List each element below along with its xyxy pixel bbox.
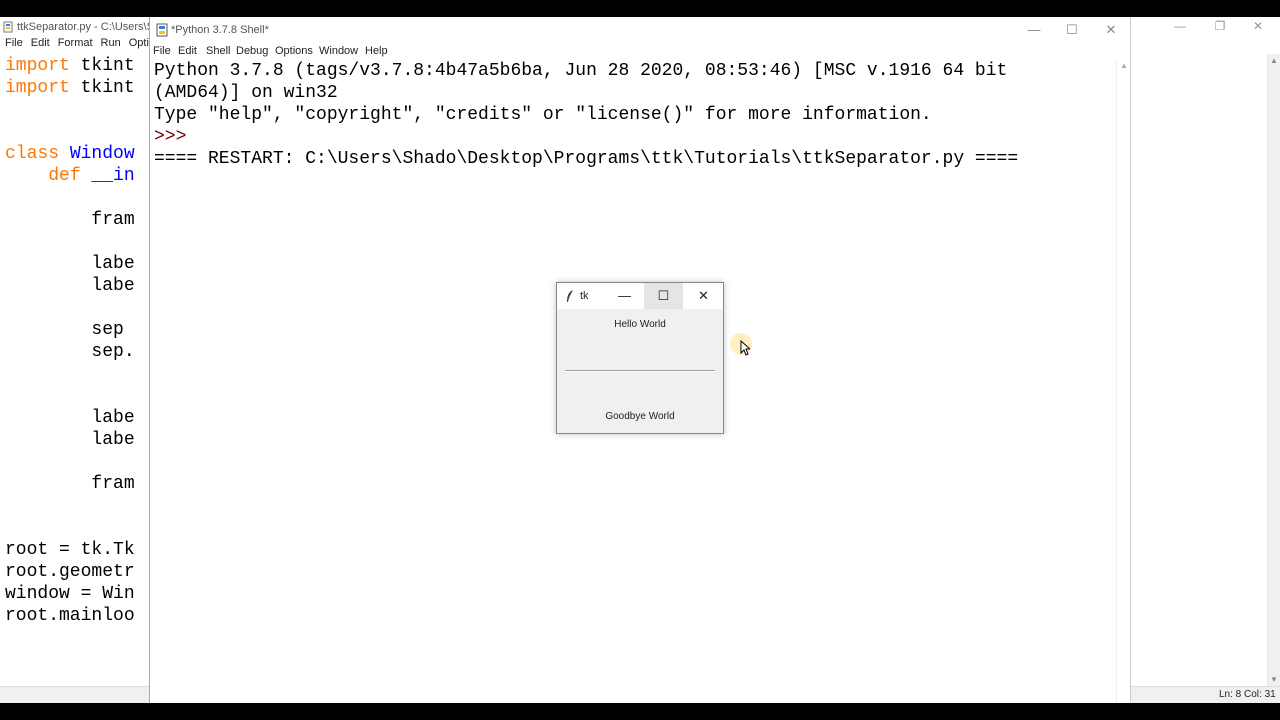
scroll-up-icon[interactable]: ▲ bbox=[1120, 61, 1128, 70]
shell-menubar: File Edit Shell Debug Options Window Help bbox=[150, 43, 1130, 60]
code-text: root.geometr bbox=[5, 562, 135, 582]
python-shell-icon bbox=[156, 23, 168, 37]
code-line: class Window bbox=[5, 143, 148, 165]
editor-close-icon[interactable]: ✕ bbox=[1238, 19, 1278, 33]
shell-prompt: >>> bbox=[154, 127, 187, 147]
shell-menu-item[interactable]: Debug bbox=[236, 45, 268, 57]
editor-code-area[interactable]: import tkint import tkint class Window def… bbox=[5, 55, 148, 675]
tk-minimize-icon[interactable]: — bbox=[605, 283, 644, 309]
code-line: window = Win bbox=[5, 583, 148, 605]
editor-vertical-scrollbar[interactable]: ▲ ▼ bbox=[1267, 54, 1280, 686]
shell-minimize-icon[interactable]: — bbox=[1014, 17, 1054, 43]
editor-menu-item[interactable]: Run bbox=[101, 37, 121, 49]
code-text: labe bbox=[91, 408, 135, 428]
tk-close-icon[interactable]: ✕ bbox=[684, 283, 723, 309]
code-line: fram bbox=[5, 473, 148, 495]
shell-maximize-icon[interactable]: ☐ bbox=[1052, 17, 1092, 43]
code-line: labe bbox=[5, 407, 148, 429]
goodbye-label: Goodbye World bbox=[605, 411, 675, 422]
shell-output-line: (AMD64)] on win32 bbox=[154, 83, 338, 103]
shell-output-line: Type "help", "copyright", "credits" or "… bbox=[154, 105, 932, 125]
cursor-position-status: Ln: 8 Col: 31 bbox=[1219, 689, 1276, 700]
code-text: root.mainloo bbox=[5, 606, 135, 626]
editor-menu-item[interactable]: File bbox=[5, 37, 23, 49]
editor-menubar: File Edit Format Run Optio bbox=[0, 37, 150, 53]
code-text: sep. bbox=[91, 342, 135, 362]
shell-menu-item[interactable]: Window bbox=[319, 45, 358, 57]
shell-menu-item[interactable]: File bbox=[153, 45, 171, 57]
code-line: sep bbox=[5, 319, 148, 341]
code-text: tkint bbox=[69, 56, 135, 76]
code-text: tkint bbox=[69, 78, 135, 98]
code-text: labe bbox=[91, 254, 135, 274]
code-text: sep bbox=[91, 320, 135, 340]
tk-titlebar[interactable]: tk — ☐ ✕ bbox=[557, 283, 723, 309]
editor-menu-item[interactable]: Format bbox=[58, 37, 93, 49]
feather-icon bbox=[567, 290, 573, 302]
code-keyword: import bbox=[5, 56, 70, 76]
code-text: fram bbox=[91, 210, 135, 230]
code-text: labe bbox=[91, 276, 135, 296]
code-text: root = tk.Tk bbox=[5, 540, 135, 560]
shell-close-icon[interactable]: ✕ bbox=[1091, 17, 1131, 43]
restart-line: ==== RESTART: C:\Users\Shado\Desktop\Pro… bbox=[154, 149, 1019, 169]
code-keyword: class bbox=[5, 144, 60, 164]
code-definition: __in bbox=[80, 166, 135, 186]
scroll-up-icon[interactable]: ▲ bbox=[1270, 56, 1278, 65]
tk-window: tk — ☐ ✕ Hello World Goodbye World bbox=[556, 282, 724, 434]
python-file-icon bbox=[3, 21, 13, 33]
code-line: root = tk.Tk bbox=[5, 539, 148, 561]
code-line: import tkint bbox=[5, 55, 148, 77]
horizontal-separator bbox=[565, 370, 715, 372]
code-line: fram bbox=[5, 209, 148, 231]
shell-vertical-scrollbar[interactable]: ▲ bbox=[1116, 60, 1130, 703]
editor-minimize-icon[interactable]: — bbox=[1160, 19, 1200, 33]
hello-label: Hello World bbox=[614, 319, 666, 330]
code-line: import tkint bbox=[5, 77, 148, 99]
tk-maximize-icon[interactable]: ☐ bbox=[644, 283, 683, 309]
mouse-pointer-icon bbox=[740, 340, 750, 356]
code-text: window = Win bbox=[5, 584, 135, 604]
code-keyword: def bbox=[48, 166, 81, 186]
shell-title: *Python 3.7.8 Shell* bbox=[171, 24, 269, 36]
code-line: root.geometr bbox=[5, 561, 148, 583]
scroll-down-icon[interactable]: ▼ bbox=[1270, 675, 1278, 684]
code-line: labe bbox=[5, 253, 148, 275]
editor-menu-item[interactable]: Optio bbox=[129, 37, 150, 49]
editor-restore-icon[interactable]: ❐ bbox=[1200, 19, 1240, 33]
shell-menu-item[interactable]: Help bbox=[365, 45, 388, 57]
shell-menu-item[interactable]: Edit bbox=[178, 45, 197, 57]
code-line: labe bbox=[5, 429, 148, 451]
shell-output-line: Python 3.7.8 (tags/v3.7.8:4b47a5b6ba, Ju… bbox=[154, 61, 1008, 81]
shell-menu-item[interactable]: Shell bbox=[206, 45, 230, 57]
code-line: root.mainloo bbox=[5, 605, 148, 627]
code-line: sep. bbox=[5, 341, 148, 363]
tk-title: tk bbox=[580, 290, 589, 302]
code-text: labe bbox=[91, 430, 135, 450]
code-text: fram bbox=[91, 474, 135, 494]
code-line: def __in bbox=[5, 165, 148, 187]
shell-menu-item[interactable]: Options bbox=[275, 45, 313, 57]
shell-titlebar[interactable]: *Python 3.7.8 Shell* — ☐ ✕ bbox=[150, 17, 1130, 43]
code-definition: Window bbox=[59, 144, 135, 164]
editor-menu-item[interactable]: Edit bbox=[31, 37, 50, 49]
code-line: labe bbox=[5, 275, 148, 297]
editor-title: ttkSeparator.py - C:\Users\Sha bbox=[17, 21, 167, 33]
code-keyword: import bbox=[5, 78, 70, 98]
